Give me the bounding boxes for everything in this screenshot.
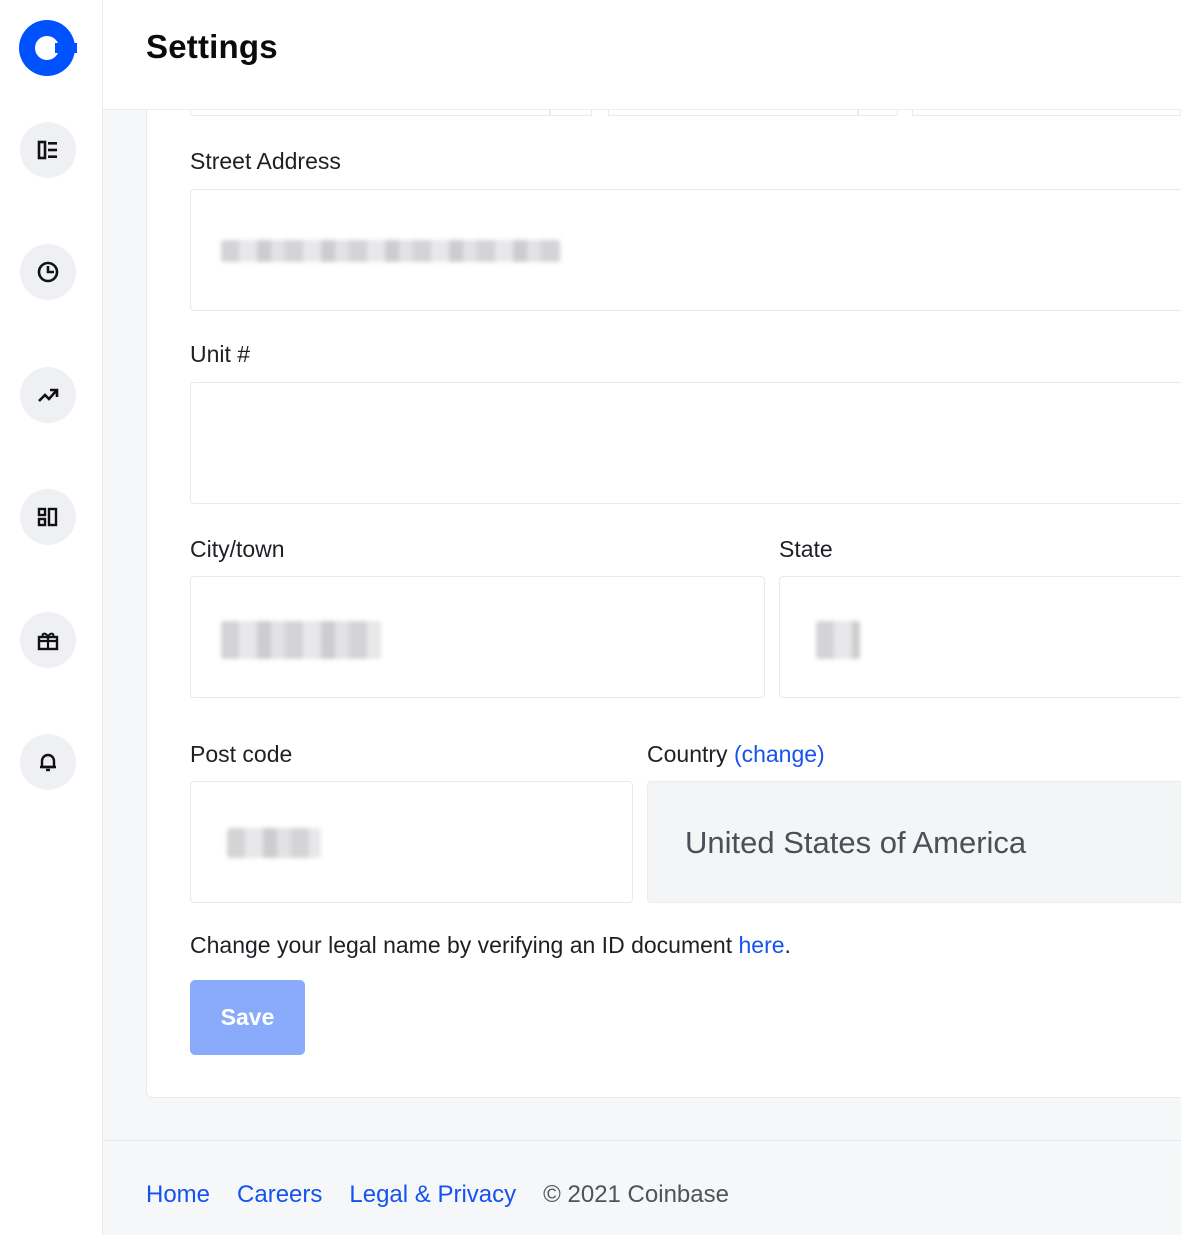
footer-divider [103,1140,1181,1141]
verify-id-link[interactable]: here [738,932,784,958]
redacted-value [221,240,561,262]
coinbase-logo-icon[interactable] [19,20,77,76]
previous-field-edge [858,110,898,116]
street-address-input[interactable] [190,189,1181,311]
state-input[interactable] [779,576,1181,698]
redacted-value [816,621,860,659]
postcode-label: Post code [190,741,293,767]
city-input[interactable] [190,576,765,698]
state-label: State [779,536,833,562]
footer-copyright: © 2021 Coinbase [543,1181,729,1208]
country-field: United States of America [647,781,1181,903]
page-header: Settings [103,0,1181,110]
dashboard-icon[interactable] [20,122,76,178]
gift-icon[interactable] [20,612,76,668]
trade-chart-icon[interactable] [20,367,76,423]
previous-field-edge [550,110,592,116]
footer: Home Careers Legal & Privacy © 2021 Coin… [146,1181,729,1209]
country-change-link[interactable]: (change) [734,741,825,767]
unit-label: Unit # [190,341,251,367]
country-label-text: Country [647,741,728,767]
portfolio-pie-icon[interactable] [20,244,76,300]
page-title: Settings [146,28,278,65]
unit-input[interactable] [190,382,1181,504]
city-label: City/town [190,536,285,562]
save-button[interactable]: Save [190,980,305,1055]
legal-name-note-text: Change your legal name by verifying an I… [190,932,739,958]
redacted-value [227,828,321,858]
previous-field-edge [608,110,858,116]
previous-field-edge [190,110,550,116]
sidebar [0,0,103,1235]
country-value: United States of America [685,825,1027,860]
bell-icon[interactable] [20,734,76,790]
street-address-label: Street Address [190,148,341,174]
postcode-input[interactable] [190,781,633,903]
previous-field-edge [912,110,1181,116]
footer-link-home[interactable]: Home [146,1181,210,1209]
footer-link-legal-privacy[interactable]: Legal & Privacy [349,1181,516,1209]
redacted-value [221,621,381,659]
country-label: Country (change) [647,741,825,768]
legal-name-note: Change your legal name by verifying an I… [190,932,791,959]
footer-link-careers[interactable]: Careers [237,1181,322,1209]
assets-grid-icon[interactable] [20,489,76,545]
legal-name-note-end: . [784,932,791,958]
